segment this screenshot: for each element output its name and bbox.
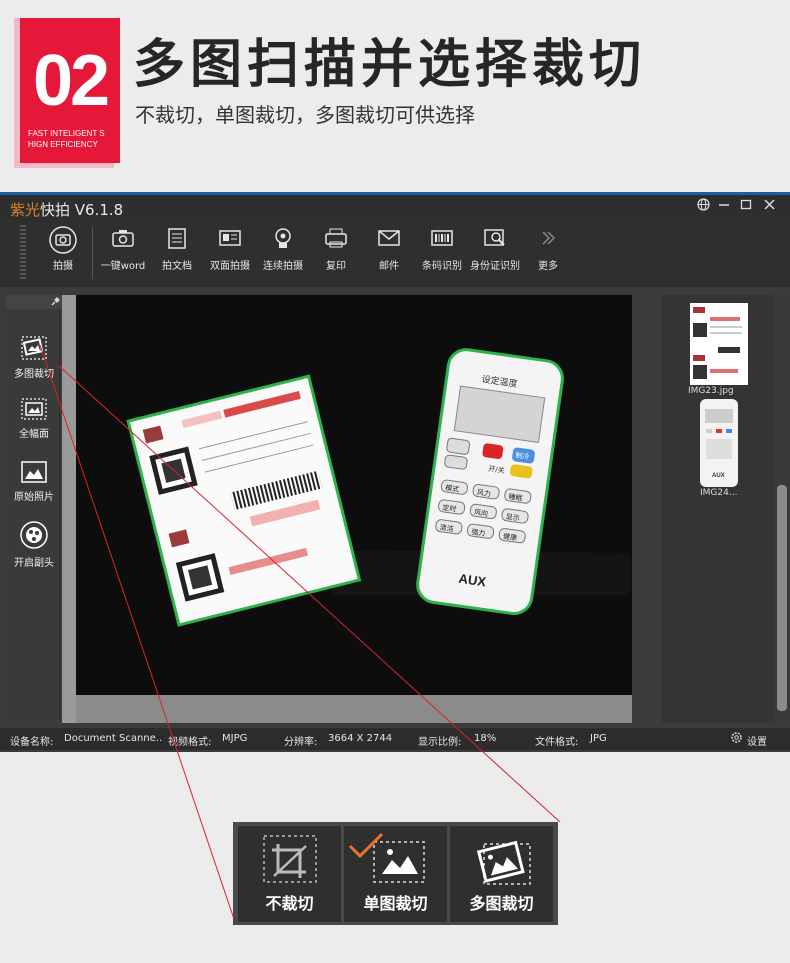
callout-lines [39,344,561,926]
multi-crop-icon [476,840,531,885]
multi-crop-zoom-button[interactable]: 多图裁切 [450,826,553,922]
no-crop-label: 不裁切 [265,894,314,913]
crop-mode-zoom: 不裁切 单图裁切 多图裁切 [233,822,558,925]
single-crop-button[interactable]: 单图裁切 [344,826,447,922]
no-crop-button[interactable]: 不裁切 [238,826,341,922]
multi-crop-label: 多图裁切 [469,894,534,913]
check-icon [348,832,384,859]
no-crop-icon [263,835,317,883]
single-crop-label: 单图裁切 [363,894,428,913]
